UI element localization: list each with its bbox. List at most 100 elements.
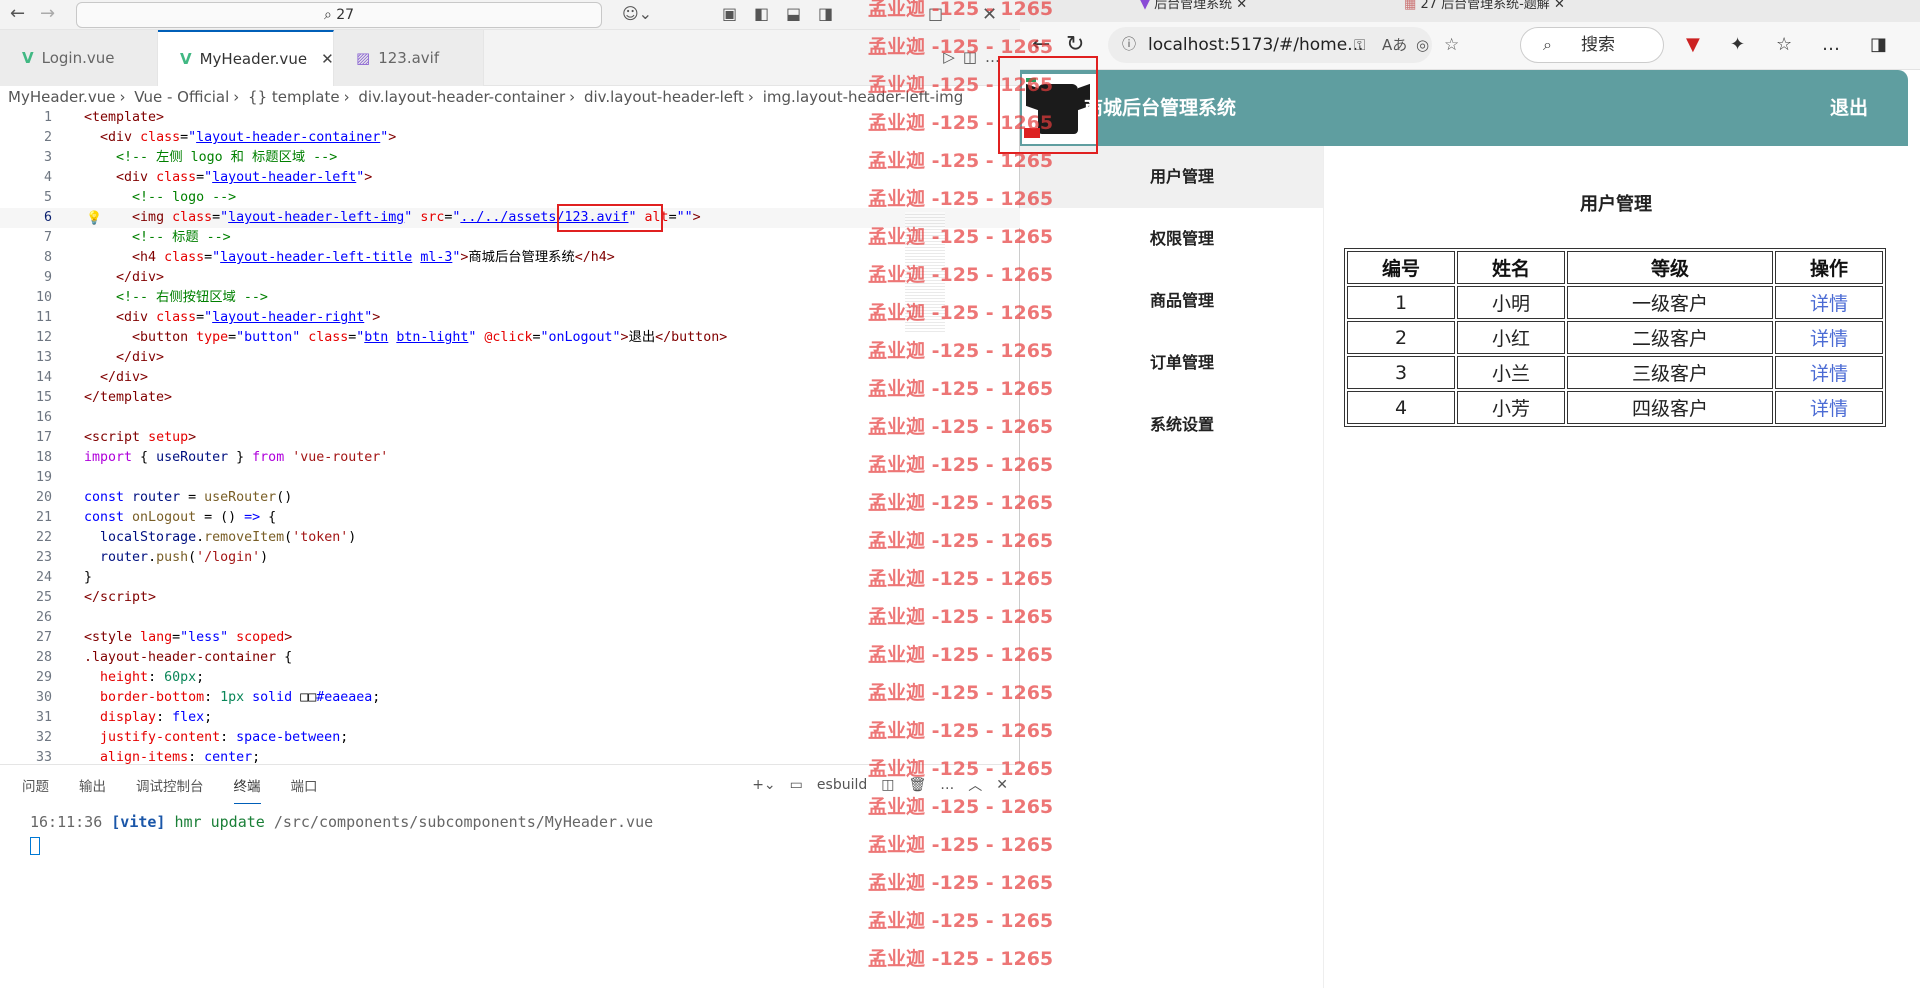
copilot-icon[interactable]: ☺⌄ [622,4,652,23]
toggle-secondary-sidebar-icon[interactable]: ◨ [818,4,833,23]
page-icon: ▦ [1404,0,1417,12]
favorite-star-icon[interactable]: ☆ [1444,27,1459,63]
panel-tab-ports[interactable]: 端口 [291,767,318,803]
table-row: 2 小红 二级客户 详情 [1347,321,1883,354]
browser-tab-admin[interactable]: ▼ 后台管理系统 ✕ [1140,0,1247,22]
minimap[interactable] [905,212,945,332]
close-window-icon[interactable]: ✕ [982,4,997,25]
tab-label: MyHeader.vue [199,50,308,68]
chevron-up-icon[interactable]: ︿ [968,775,982,795]
search-box[interactable]: ⌕ 搜索 [1520,27,1664,63]
panel-tab-output[interactable]: 输出 [79,767,106,803]
breadcrumb-file[interactable]: MyHeader.vue [8,88,115,106]
favorites-icon[interactable]: ☆ [1776,34,1792,55]
layout-customize-icon[interactable]: ▣ [722,4,737,23]
cell-name: 小芳 [1457,391,1565,424]
toggle-panel-icon[interactable]: ⬓ [786,4,801,23]
cell-level: 四级客户 [1567,391,1773,424]
app-header: 商城后台管理系统 退出 [1020,70,1908,146]
command-center[interactable]: ⌕ 27 [76,2,602,28]
column-header: 编号 [1347,251,1455,284]
logout-button[interactable]: 退出 [1830,70,1868,146]
browser-tab-label: 27 后台管理系统-题解 [1420,0,1550,12]
tab-login-vue[interactable]: V Login.vue [0,30,158,86]
forward-arrow-icon[interactable]: → [40,3,55,24]
details-link[interactable]: 详情 [1810,398,1848,420]
code-editor[interactable]: 1 <template> 2 <div class="layout-header-… [0,108,1020,764]
breadcrumb-container[interactable]: div.layout-header-container [358,88,565,106]
details-link[interactable]: 详情 [1810,293,1848,315]
cell-name: 小兰 [1457,356,1565,389]
sidebar-item-users[interactable]: 用户管理 [1020,146,1323,208]
run-icon[interactable]: ▷ [943,48,963,66]
breadcrumb-left[interactable]: div.layout-header-left [584,88,744,106]
terminal-tag: [vite] [111,813,166,831]
key-icon[interactable]: ⚿ [1354,27,1365,63]
more-icon[interactable]: … [1822,34,1840,55]
terminal-output[interactable]: 16:11:36 [vite] hmr update /src/componen… [30,813,653,831]
sidebar-item-orders[interactable]: 订单管理 [1020,332,1323,394]
breadcrumb-img[interactable]: img.layout-header-left-img [763,88,964,106]
cell-name: 小红 [1457,321,1565,354]
cell-action: 详情 [1775,286,1883,319]
breadcrumb-template[interactable]: {} template [248,88,340,106]
panel-tab-problems[interactable]: 问题 [22,767,49,803]
panel-tab-terminal[interactable]: 终端 [233,767,261,804]
terminal-name[interactable]: esbuild [817,777,867,793]
sidebar-item-permissions[interactable]: 权限管理 [1020,208,1323,270]
chevron-right-icon: › [233,88,240,106]
back-arrow-icon[interactable]: ← [10,3,25,24]
more-icon[interactable]: … [940,777,954,793]
search-placeholder: 搜索 [1581,35,1615,55]
close-tab-icon[interactable]: ✕ [321,50,334,68]
breadcrumb: MyHeader.vue › Vue - Official › {} templat… [0,86,1020,108]
close-tab-icon[interactable]: ✕ [1236,0,1247,12]
highlight-box [998,56,1098,154]
browser-tab-label: 后台管理系统 [1154,0,1233,12]
column-header: 等级 [1567,251,1773,284]
tab-label: 123.avif [378,49,440,67]
edge-icon[interactable]: ◎ [1416,27,1429,63]
browser-window: ▼ 后台管理系统 ✕ ▦ 27 后台管理系统-题解 ✕ ← ↻ ⓘ localh… [998,0,1920,988]
extension-icon[interactable]: ▼ [1686,34,1700,55]
browser-toolbar: ← ↻ ⓘ localhost:5173/#/home... ⚿ Aあ ◎ ☆ … [1020,22,1920,70]
refresh-icon[interactable]: ↻ [1066,32,1084,57]
user-table: 编号 姓名 等级 操作 1 小明 一级客户 详情 2 小红 二级客户 详情 3 … [1344,248,1886,427]
chevron-right-icon: › [747,88,754,106]
breadcrumb-language[interactable]: Vue - Official [134,88,229,106]
maximize-icon[interactable]: □ [928,4,943,23]
table-row: 4 小芳 四级客户 详情 [1347,391,1883,424]
details-link[interactable]: 详情 [1810,363,1848,385]
app-title: 商城后台管理系统 [1084,97,1237,119]
vite-icon: ▼ [1140,0,1150,12]
split-terminal-icon[interactable]: ◫ [881,777,894,793]
sidebar-icon[interactable]: ◨ [1870,34,1887,55]
column-header: 操作 [1775,251,1883,284]
search-icon: ⌕ [323,7,332,23]
sidebar: 用户管理 权限管理 商品管理 订单管理 系统设置 [1020,146,1324,988]
panel-tab-debug-console[interactable]: 调试控制台 [136,767,204,803]
browser-tab-solution[interactable]: ▦ 27 后台管理系统-题解 ✕ [1404,0,1565,22]
back-arrow-icon[interactable]: ← [1032,32,1050,57]
tab-123-avif[interactable]: ▨ 123.avif [334,30,484,86]
chevron-right-icon: › [343,88,350,106]
new-terminal-icon[interactable]: +⌄ [752,777,775,793]
info-icon[interactable]: ⓘ [1122,27,1136,63]
chevron-right-icon: › [119,88,126,106]
tab-myheader-vue[interactable]: V MyHeader.vue ✕ [158,30,334,86]
vue-file-icon: V [180,50,192,68]
details-link[interactable]: 详情 [1810,328,1848,350]
read-aloud-icon[interactable]: Aあ [1382,27,1407,63]
terminal-cursor [30,837,40,855]
browser-tab-strip: ▼ 后台管理系统 ✕ ▦ 27 后台管理系统-题解 ✕ [1020,0,1920,22]
toggle-sidebar-icon[interactable]: ◧ [754,4,769,23]
sidebar-item-products[interactable]: 商品管理 [1020,270,1323,332]
close-panel-icon[interactable]: ✕ [996,777,1008,793]
split-editor-icon[interactable]: ◫ [963,48,985,66]
bottom-panel: 问题 输出 调试控制台 终端 端口 +⌄ ▭ esbuild ◫ 🗑 … ︿ ✕… [0,764,1020,988]
address-bar[interactable]: ⓘ localhost:5173/#/home... ⚿ Aあ ◎ ☆ [1108,27,1459,63]
sidebar-item-settings[interactable]: 系统设置 [1020,394,1323,456]
puzzle-icon[interactable]: ✦ [1730,34,1745,55]
trash-icon[interactable]: 🗑 [908,777,926,793]
close-tab-icon[interactable]: ✕ [1554,0,1565,12]
